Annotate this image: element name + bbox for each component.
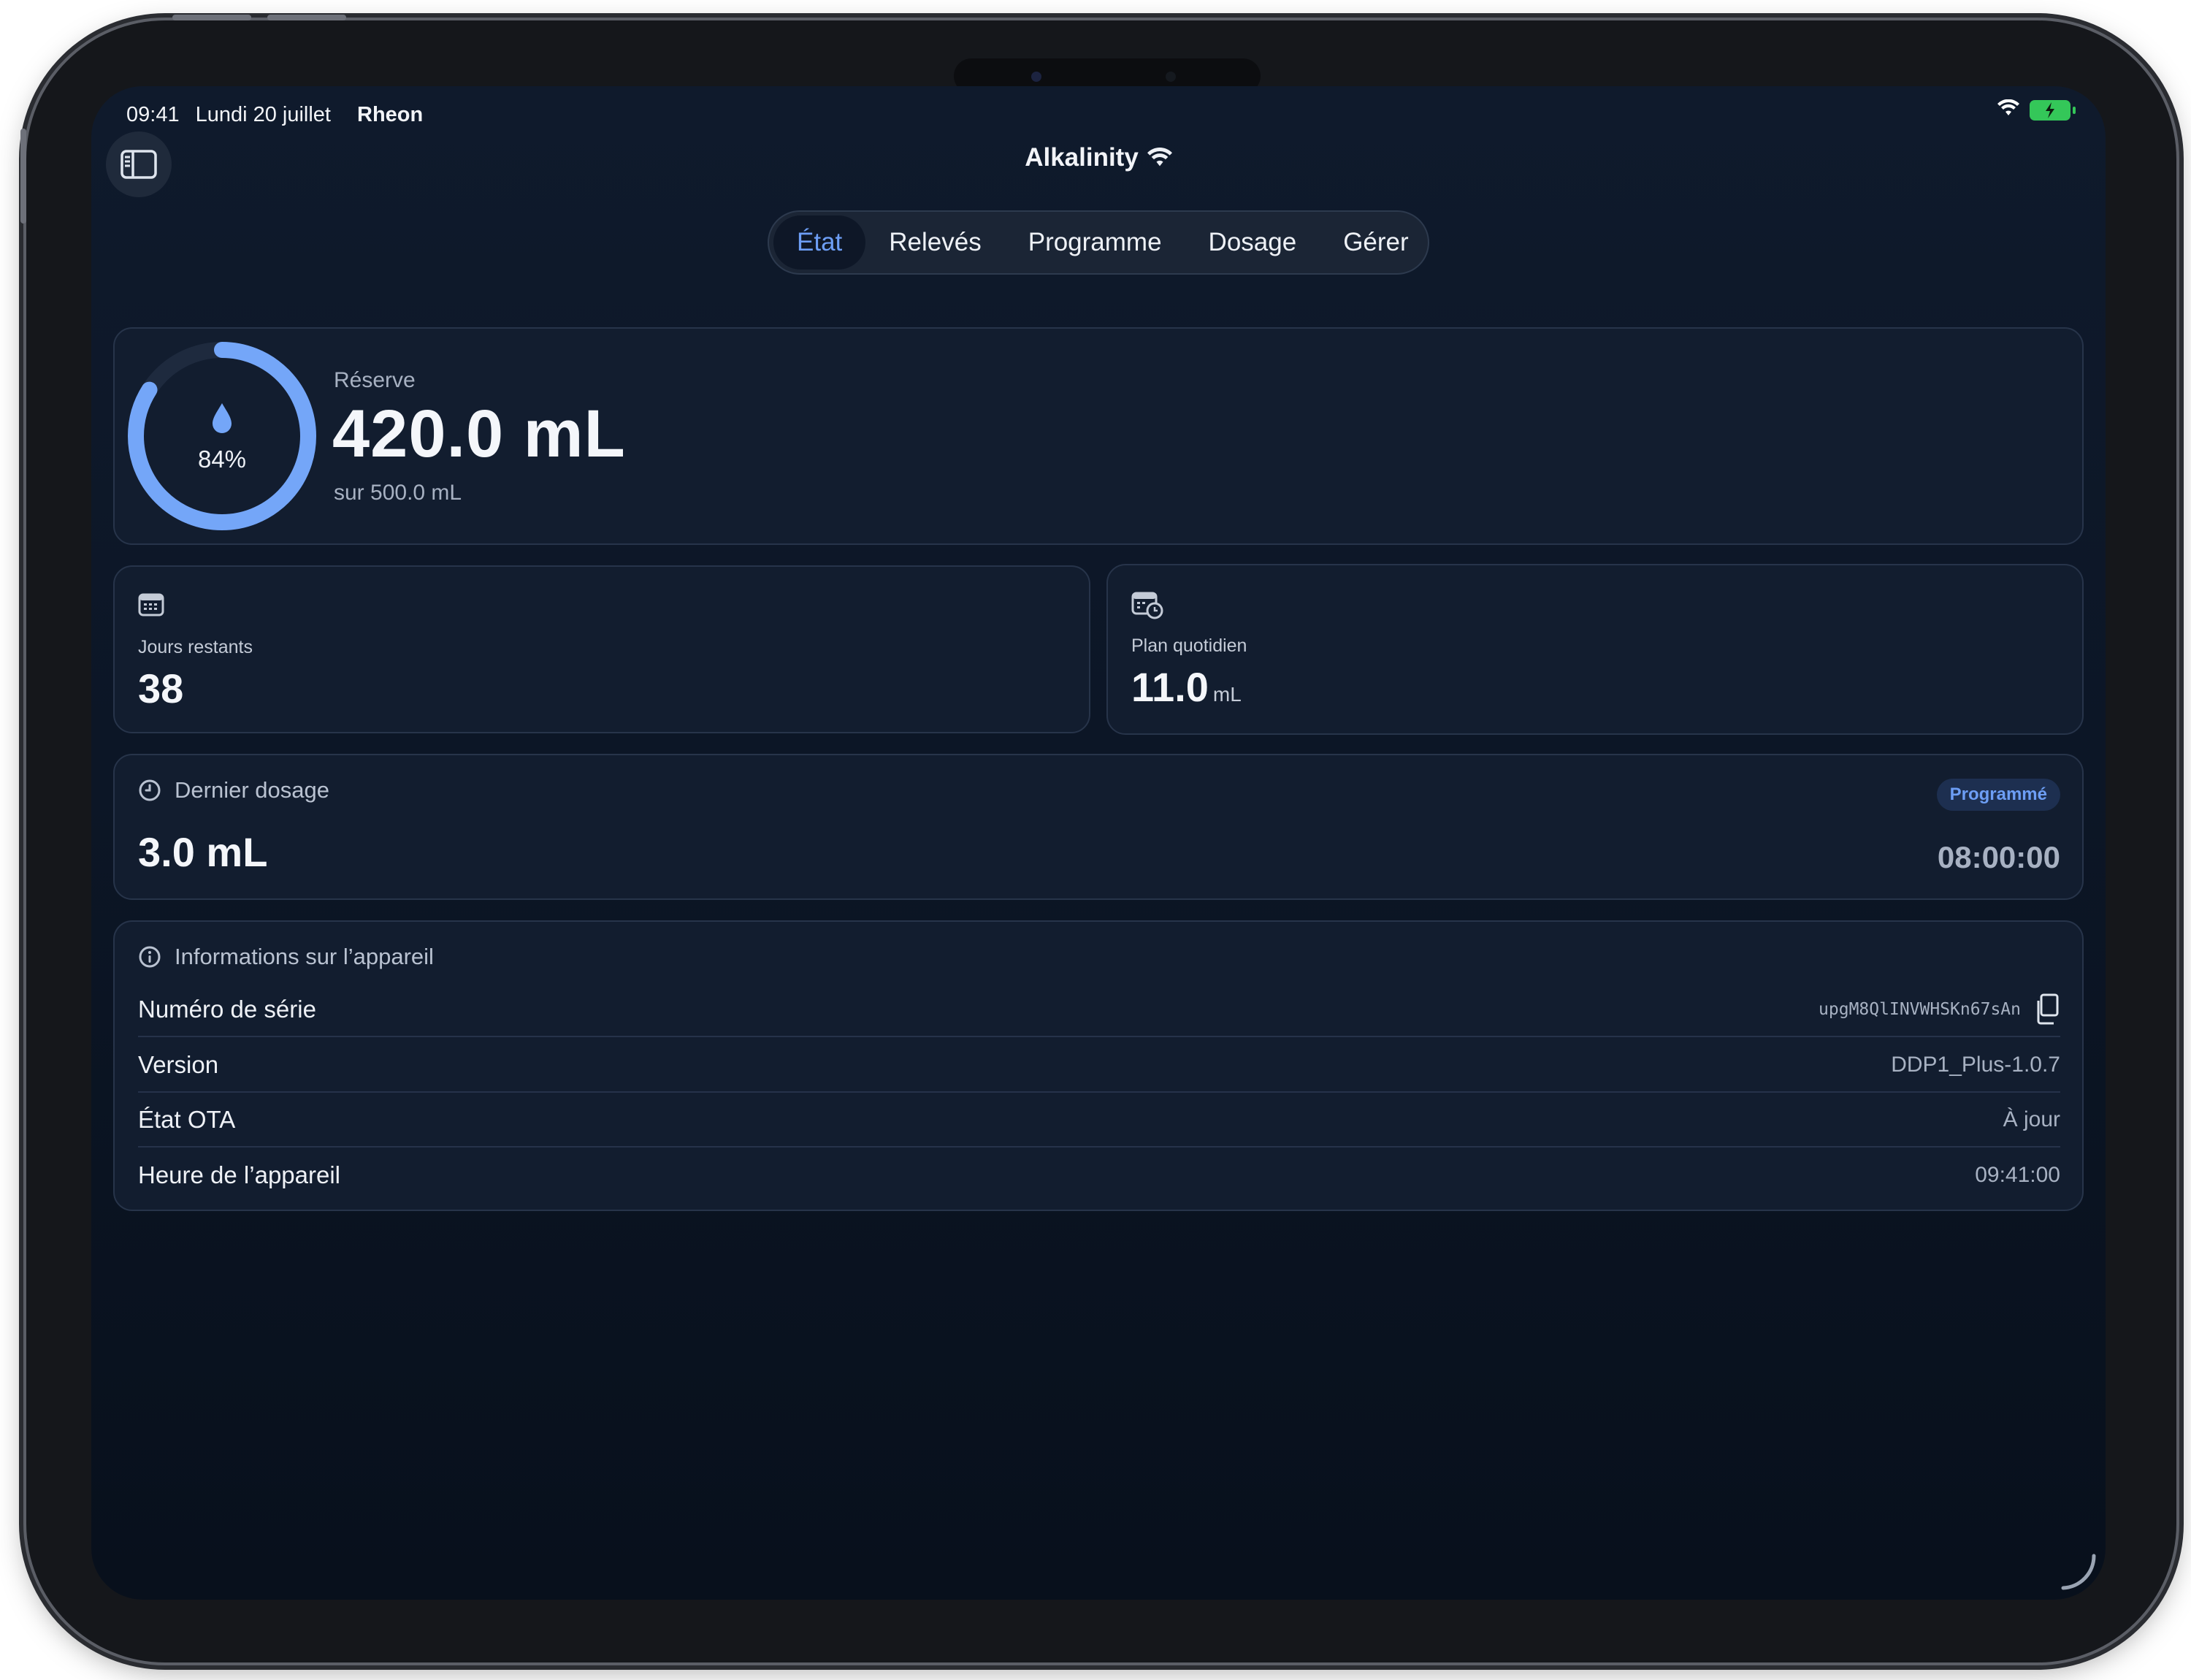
reserve-card: 84% Réserve 420.0 mL sur 500.0 mL <box>113 327 2084 545</box>
status-time: 09:41 <box>126 102 180 126</box>
calendar-clock-icon <box>1131 590 1163 623</box>
info-icon <box>139 946 161 968</box>
tab-dosage[interactable]: Dosage <box>1185 215 1320 270</box>
daily-plan-amount: 11.0 mL <box>1131 663 1242 711</box>
device-info-card: Informations sur l’appareil Numéro de sé… <box>113 920 2084 1211</box>
app-screen: 09:41 Lundi 20 juillet Rheon Alkalinity … <box>91 86 2106 1600</box>
last-dose-card: Dernier dosage 3.0 mL Programmé 08:00:00 <box>113 754 2084 900</box>
last-dose-time: 08:00:00 <box>1937 840 2060 874</box>
volume-down-button <box>267 15 346 20</box>
tab-etat[interactable]: État <box>773 215 866 270</box>
wifi-connected-icon <box>1147 148 1172 167</box>
sensor-dot <box>1166 72 1176 82</box>
device-time-value: 09:41:00 <box>1975 1163 2060 1187</box>
serial-value: upgM8QlINVWHSKn67sAn <box>1819 1000 2021 1019</box>
reserve-label: Réserve <box>334 368 416 392</box>
tab-releves[interactable]: Relevés <box>865 215 1004 270</box>
copy-icon[interactable] <box>2034 993 2060 1026</box>
info-row-version: Version DDP1_Plus-1.0.7 <box>138 1039 2060 1093</box>
device-info-header: Informations sur l’appareil <box>138 944 434 970</box>
version-value: DDP1_Plus-1.0.7 <box>1891 1053 2060 1077</box>
tab-gerer[interactable]: Gérer <box>1320 215 1431 270</box>
version-label: Version <box>138 1051 219 1078</box>
status-bar: 09:41 Lundi 20 juillet Rheon <box>126 96 423 133</box>
device-info-title: Informations sur l’appareil <box>175 944 434 969</box>
wifi-icon <box>1997 99 2019 121</box>
calendar-icon <box>138 592 164 620</box>
serial-value-wrap: upgM8QlINVWHSKn67sAn <box>1819 993 2060 1026</box>
battery-charging-icon <box>2030 99 2076 121</box>
ota-label: État OTA <box>138 1106 236 1133</box>
daily-plan-value: 11.0 <box>1131 664 1209 710</box>
status-date: Lundi 20 juillet <box>195 102 331 126</box>
water-drop-icon <box>213 403 232 433</box>
info-row-ota: État OTA À jour <box>138 1093 2060 1148</box>
days-remaining-value: 38 <box>138 665 184 711</box>
reserve-gauge <box>128 342 316 530</box>
serial-label: Numéro de série <box>138 996 316 1023</box>
ota-value: À jour <box>2003 1107 2060 1131</box>
daily-plan-unit: mL <box>1212 683 1242 706</box>
days-remaining-card: Jours restants 38 <box>113 565 1090 733</box>
clock-icon <box>139 779 161 801</box>
status-indicators <box>1997 99 2076 121</box>
page-title-wrap: Alkalinity <box>91 143 2106 172</box>
reserve-percent: 84% <box>197 446 247 473</box>
resize-handle-icon <box>2061 1554 2096 1590</box>
daily-plan-label: Plan quotidien <box>1131 635 1247 656</box>
camera-lens <box>1031 72 1041 82</box>
last-dose-amount: 3.0 mL <box>138 829 268 875</box>
daily-plan-card: Plan quotidien 11.0 mL <box>1106 564 2084 735</box>
last-dose-label: Dernier dosage <box>175 777 329 803</box>
page-title: Alkalinity <box>1025 143 1139 172</box>
info-row-serial: Numéro de série upgM8QlINVWHSKn67sAn <box>138 983 2060 1037</box>
status-carrier: Rheon <box>357 102 424 126</box>
tab-bar: État Relevés Programme Dosage Gérer <box>768 210 1429 275</box>
status-badge: Programmé <box>1936 779 2060 811</box>
volume-up-button <box>172 15 251 20</box>
info-row-device-time: Heure de l’appareil 09:41:00 <box>138 1148 2060 1202</box>
days-remaining-label: Jours restants <box>138 637 253 657</box>
device-time-label: Heure de l’appareil <box>138 1161 341 1188</box>
reserve-value: 420.0 mL <box>332 397 626 471</box>
reserve-capacity: sur 500.0 mL <box>334 481 462 505</box>
tab-programme[interactable]: Programme <box>1005 215 1185 270</box>
last-dose-header: Dernier dosage <box>138 777 329 803</box>
top-button <box>20 129 26 224</box>
